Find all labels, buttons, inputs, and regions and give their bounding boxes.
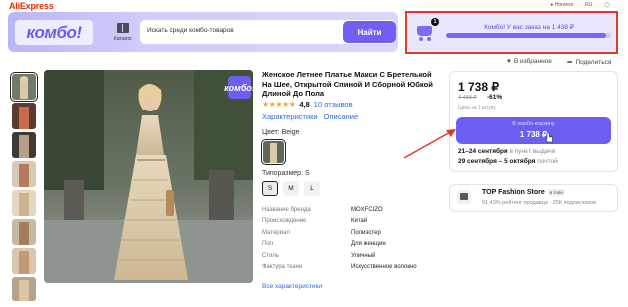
kombo-logo[interactable]: комбо! [15, 20, 93, 45]
spec-row: Происхождение Китай [262, 216, 447, 228]
spec-key: Название бренда [262, 206, 311, 213]
spec-row: Материал Полиэстер [262, 227, 447, 239]
combo-button-label: В комбо-корзину [512, 121, 555, 127]
all-specs-link[interactable]: Все характеристики [262, 283, 322, 290]
combo-progress-bar [446, 33, 611, 38]
spec-value: Полиэстер [351, 229, 381, 236]
combo-progress-fill [446, 33, 607, 38]
spec-key: Пол [262, 241, 274, 248]
search-button[interactable]: Найти [343, 21, 396, 43]
tab-characteristics[interactable]: Характеристики [262, 112, 318, 121]
discount-badge: -61% [487, 94, 503, 101]
delivery-option-pickup: 21–24 сентября в пункт выдачи [458, 148, 555, 155]
store-name-row: TOP Fashion Store в топе [482, 189, 565, 196]
top-links: ● Ногинск RU ◯ [550, 2, 610, 8]
share-icon: ➦ [567, 59, 573, 66]
location-pin-icon: ● [550, 2, 554, 8]
size-option-m[interactable]: M [283, 181, 299, 196]
annotation-arrow-icon [403, 129, 456, 159]
per-unit-note: Цена за 1 штуку [458, 105, 496, 111]
reviews-link[interactable]: 10 отзывов [314, 100, 353, 109]
thumbnail-image[interactable] [12, 190, 36, 216]
spec-key: Материал [262, 229, 290, 236]
size-option-s[interactable]: S [262, 181, 278, 196]
delivery-method: в пункт выдачи [509, 148, 556, 155]
rating-row: ★★★★★ 4,8 10 отзывов [262, 100, 353, 109]
thumbnail-image[interactable] [10, 72, 38, 102]
thumbnail-image[interactable] [12, 219, 36, 245]
tab-description[interactable]: Описание [324, 112, 359, 121]
cart-count-badge: 1 [431, 18, 439, 26]
spec-value: Китай [351, 218, 368, 225]
favorites-button[interactable]: ♥ В избранное [507, 58, 552, 65]
spec-row: Пол Для женщин [262, 239, 447, 251]
search-placeholder: Искать среди комбо-товаров [147, 27, 234, 34]
spec-key: Фактура ткани [262, 264, 303, 271]
product-title: Женское Летнее Платье Макси С Бретелькой… [262, 70, 433, 99]
old-price: 4 458 ₽ [458, 95, 477, 101]
spec-row: Название бренда MOXFCIZO [262, 204, 447, 216]
current-price: 1 738 ₽ [458, 80, 499, 94]
product-main-image[interactable] [44, 70, 253, 283]
combo-status-text: Комбо! У вас заказ на 1 438 ₽ [484, 24, 574, 31]
color-label: Цвет: Beige [262, 129, 300, 136]
favorites-label: В избранное [513, 58, 552, 65]
spec-row: Фактура ткани Искусственное волокно [262, 262, 447, 274]
heart-icon: ♥ [507, 58, 511, 65]
store-name[interactable]: TOP Fashion Store [482, 189, 545, 196]
hand-cursor-icon [545, 133, 553, 143]
delivery-option-post: 29 сентября – 5 октября почтой [458, 158, 558, 165]
spec-table: Название бренда MOXFCIZO Происхождение Кит… [262, 204, 447, 273]
thumbnail-image[interactable] [12, 132, 36, 158]
spec-row: Стиль Уличный [262, 250, 447, 262]
color-swatch-beige[interactable] [261, 139, 286, 165]
delivery-date: 29 сентября – 5 октября [458, 158, 536, 165]
spec-value: Уличный [351, 252, 376, 259]
size-option-l[interactable]: L [304, 181, 320, 196]
kombo-image-badge: комбо! [224, 76, 255, 99]
size-label: Типоразмер: S [262, 170, 310, 177]
catalog-label: Каталог [113, 35, 133, 42]
store-stats: 91,43% рейтинг продавца · 25К подписчико… [482, 200, 596, 206]
combo-button-price: 1 738 ₽ [519, 130, 548, 139]
thumbnail-image[interactable] [12, 161, 36, 187]
thumbnail-image[interactable] [12, 103, 36, 129]
rating-value: 4,8 [299, 100, 310, 109]
share-label: Поделиться [575, 58, 612, 66]
rating-stars-icon: ★★★★★ [262, 100, 296, 109]
spec-key: Стиль [262, 252, 280, 259]
delivery-method: почтой [537, 158, 558, 165]
thumbnail-image[interactable] [12, 248, 36, 274]
spec-value: MOXFCIZO [351, 206, 383, 213]
store-icon [457, 190, 471, 204]
user-icon[interactable]: ◯ [604, 2, 610, 8]
share-button[interactable]: ➦ Поделиться [567, 58, 612, 67]
size-options: S M L [262, 181, 320, 196]
thumbnail-image[interactable] [12, 277, 36, 301]
language-selector[interactable]: RU [585, 2, 592, 8]
city-label: Ногинск [554, 2, 574, 8]
spec-value: Для женщин [351, 241, 386, 248]
aliexpress-logo[interactable]: AliExpress [9, 1, 54, 11]
delivery-date: 21–24 сентября [458, 148, 508, 155]
spec-key: Происхождение [262, 218, 307, 225]
product-tabs: Характеристики Описание [262, 112, 358, 121]
catalog-button[interactable]: Каталог [108, 18, 138, 46]
spec-value: Искусственное волокно [351, 264, 417, 271]
top-seller-badge: в топе [547, 189, 565, 196]
location-selector[interactable]: ● Ногинск [550, 2, 573, 8]
catalog-book-icon [117, 22, 129, 33]
